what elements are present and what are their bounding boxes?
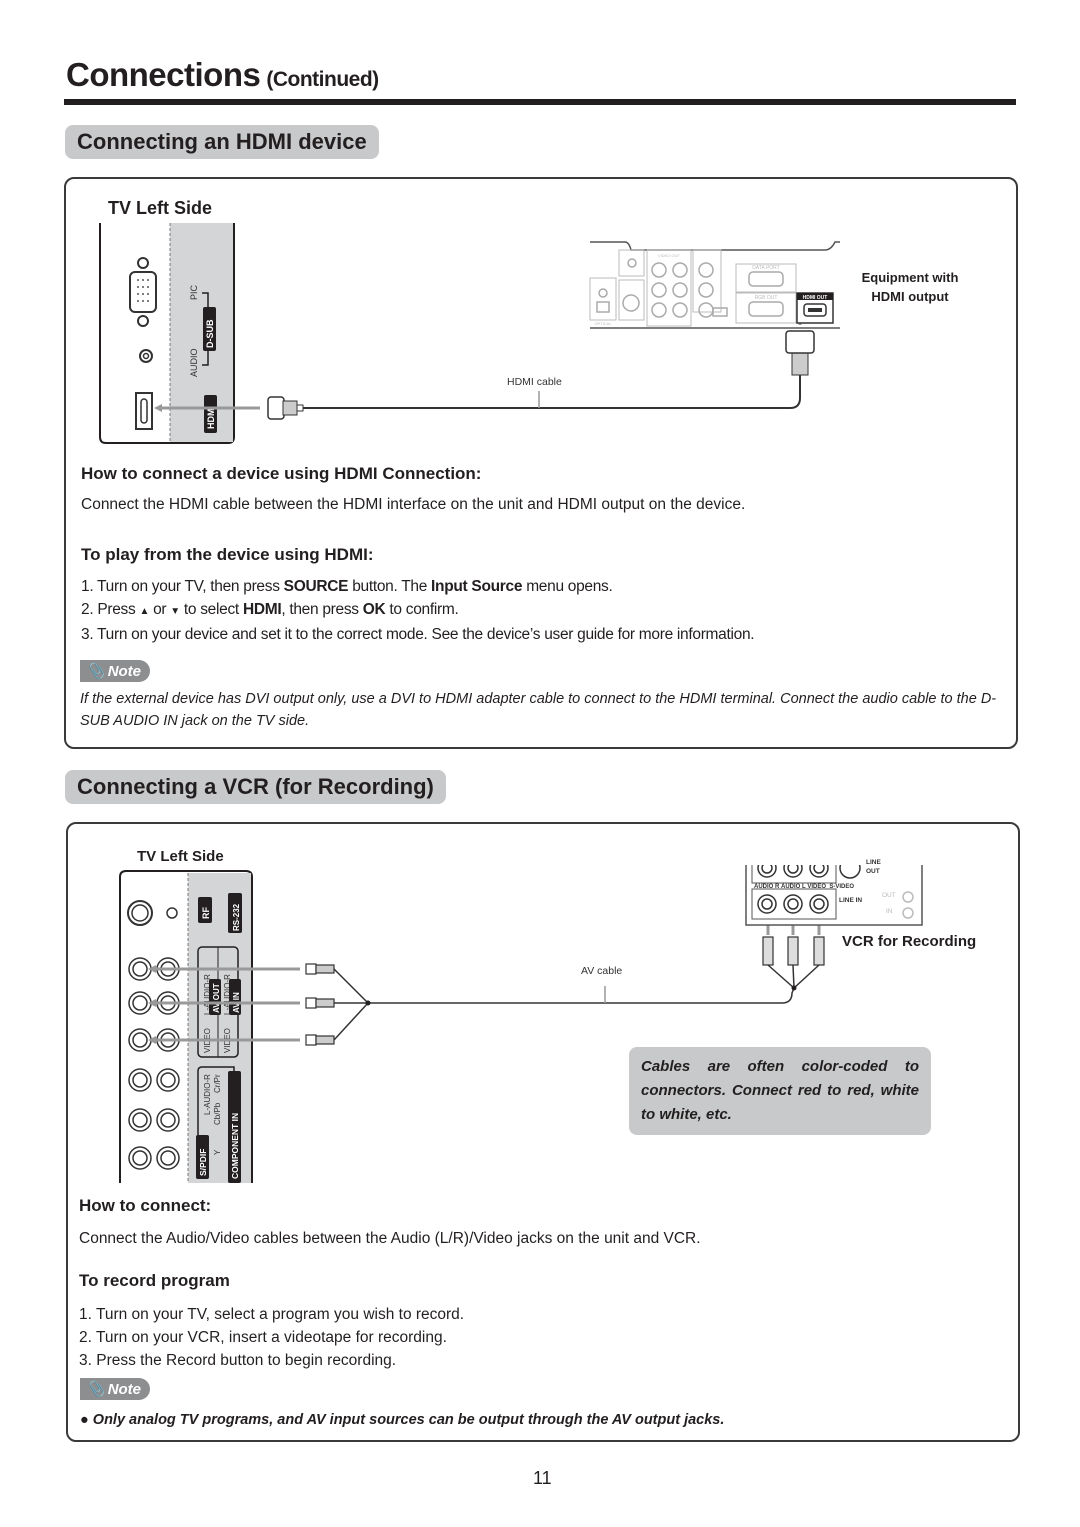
vcr-record-heading: To record program	[79, 1271, 230, 1290]
av-out-label: AV OUT	[212, 983, 221, 1013]
rgb-out-label: RGB OUT	[755, 295, 778, 301]
note-label: Note	[107, 1380, 142, 1398]
hdmi-plug-tv-icon	[267, 396, 285, 420]
section-tab-hdmi: Connecting an HDMI device	[65, 125, 379, 159]
vcr-tv-left-side-label: TV Left Side	[137, 848, 224, 865]
rca-plugs-vcr-icon	[762, 936, 825, 966]
component-audio-label: L-AUDIO-R	[203, 1074, 212, 1115]
component-y-label: Y	[213, 1149, 222, 1155]
rs232-label: RS-232	[232, 903, 241, 931]
bullet-icon: ●	[80, 1412, 93, 1428]
vcr-how-text: Connect the Audio/Video cables between t…	[79, 1230, 701, 1247]
vcr-record-steps: 1. Turn on your TV, select a program you…	[79, 1303, 464, 1372]
equipment-label: Equipment with HDMI output	[845, 268, 975, 306]
vga-port-icon	[129, 271, 157, 313]
component-cb-label: Cb/Pb	[213, 1102, 222, 1125]
vcr-in-label: IN	[886, 908, 893, 915]
av-cable	[333, 964, 820, 1041]
vcr-line-out-label: LINE OUT	[866, 859, 881, 875]
equipment-label-line1: Equipment with	[861, 270, 959, 285]
hdmi-out-label: HDMI OUT	[803, 295, 828, 301]
audio-label: AUDIO	[189, 348, 199, 377]
hdmi-step-3: 3. Turn on your device and set it to the…	[81, 626, 755, 643]
vcr-how-heading: How to connect:	[79, 1196, 212, 1215]
vcr-out-label: OUT	[882, 892, 896, 899]
color-code-tip: Cables are often color-coded to connecto…	[629, 1047, 931, 1135]
page-title-text: Connections	[66, 56, 261, 93]
hdmi-play-heading: To play from the device using HDMI:	[81, 545, 374, 564]
title-rule	[64, 99, 1016, 105]
paperclip-icon: 📎	[86, 1381, 105, 1398]
vcr-audio-l-label: AUDIO L	[781, 884, 806, 890]
equipment-label-line2: HDMI output	[871, 289, 949, 304]
rca-plugs-tv-icon	[305, 963, 335, 1046]
spdif-label: S/PDIF	[198, 1149, 208, 1176]
rf-label: RF	[201, 907, 211, 919]
hdmi-plug-device-icon	[791, 352, 809, 376]
vcr-svideo-label: S-VIDEO	[829, 884, 855, 890]
hdmi-steps: 1. Turn on your TV, then press SOURCE bu…	[81, 575, 755, 646]
vcr-line-in-label: LINE IN	[839, 897, 863, 904]
hdmi-note-badge: 📎 Note	[80, 660, 151, 682]
dsub-label: D-SUB	[205, 319, 215, 348]
paperclip-icon: 📎	[86, 663, 105, 680]
vcr-jack-labels: AUDIO R AUDIO L VIDEO S-VIDEO	[754, 884, 894, 890]
note-label: Note	[107, 662, 142, 680]
optical-label: OPTICAL	[594, 321, 612, 326]
down-arrow-icon: ▼	[170, 606, 180, 617]
component-cr-label: Cr/Pr	[213, 1074, 222, 1093]
av-cable-label: AV cable	[581, 965, 623, 977]
section-tab-vcr: Connecting a VCR (for Recording)	[65, 770, 446, 804]
vcr-for-recording-label: VCR for Recording	[842, 933, 977, 950]
page-title-suffix: (Continued)	[266, 68, 379, 91]
vcr-record-step: 1. Turn on your TV, select a program you…	[79, 1306, 465, 1323]
vcr-note-text: ● Only analog TV programs, and AV input …	[80, 1409, 724, 1431]
hdmi-step-1: 1. Turn on your TV, then press SOURCE bu…	[81, 578, 613, 595]
equipment-rear-panel: HDMI OUT DATA PORT RGB OUT VIDEO OUT OPT…	[589, 241, 840, 329]
hdmi-how-heading: How to connect a device using HDMI Conne…	[81, 464, 482, 483]
video-out-label: VIDEO OUT	[658, 253, 681, 258]
hdmi-cable-label: HDMI cable	[507, 376, 562, 388]
page-number: 11	[533, 1468, 552, 1488]
up-arrow-icon: ▲	[139, 606, 150, 617]
vcr-record-step: 3. Press the Record button to begin reco…	[79, 1352, 397, 1369]
vcr-note-text-content: Only analog TV programs, and AV input so…	[92, 1412, 725, 1428]
pic-label: PIC	[189, 284, 199, 300]
hdmi-how-text: Connect the HDMI cable between the HDMI …	[81, 496, 746, 513]
page-title: Connections (Continued)	[66, 56, 379, 94]
vcr-note-badge: 📎 Note	[80, 1378, 151, 1400]
vcr-diagram: RF RS-232 L-AUDIO-R L-AUDIO-R VIDEO VIDE…	[119, 865, 923, 1183]
vcr-record-step: 2. Turn on your VCR, insert a videotape …	[79, 1329, 447, 1346]
data-port-label: DATA PORT	[752, 265, 780, 271]
vcr-video-label: VIDEO	[807, 884, 827, 890]
vcr-audio-r-label: AUDIO R	[754, 884, 780, 890]
component-in-label: COMPONENT IN	[230, 1113, 240, 1179]
hdmi-note-text: If the external device has DVI output on…	[80, 691, 997, 729]
hdmi-step-2: 2. Press ▲ or ▼ to select HDMI, then pre…	[81, 601, 459, 618]
